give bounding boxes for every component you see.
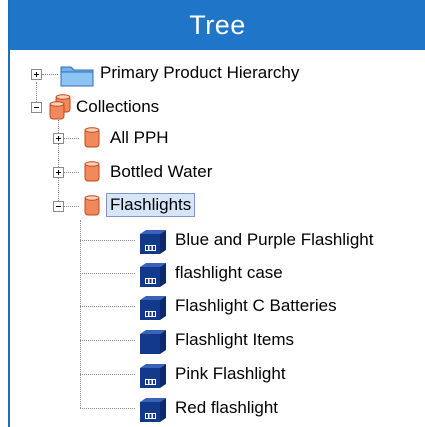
database-icon: [84, 127, 100, 148]
tree-connector: [58, 115, 59, 205]
tree-connector: [80, 306, 135, 307]
tree-item-red-flashlight[interactable]: Red flashlight: [175, 397, 278, 419]
tree-item-flashlight-case[interactable]: flashlight case: [175, 262, 283, 284]
folder-icon: [60, 66, 94, 87]
tree-item-collections[interactable]: Collections: [76, 96, 159, 118]
tree-item-flashlights[interactable]: Flashlights: [106, 193, 196, 217]
tree-item-blue-and-purple-flashlight[interactable]: Blue and Purple Flashlight: [175, 229, 373, 251]
expand-button[interactable]: [31, 69, 42, 80]
tree-connector: [63, 138, 79, 139]
tree-panel: Tree Primary Product Hierarchy Collectio…: [0, 0, 425, 427]
item-icon: [140, 398, 166, 422]
tree-connector: [80, 374, 135, 375]
item-icon: [140, 364, 166, 388]
database-icon: [84, 161, 100, 182]
expand-button[interactable]: [53, 133, 64, 144]
tree-connector: [42, 74, 58, 75]
collapse-button[interactable]: [31, 102, 42, 113]
tree-connector: [80, 240, 135, 241]
tree-connector: [80, 220, 81, 408]
tree-connector: [80, 340, 135, 341]
item-icon: [140, 263, 166, 287]
tree-item-flashlight-c-batteries[interactable]: Flashlight C Batteries: [175, 295, 337, 317]
expand-button[interactable]: [53, 167, 64, 178]
tree-connector: [63, 172, 79, 173]
tree-item-pink-flashlight[interactable]: Pink Flashlight: [175, 363, 286, 385]
tree-view: Primary Product Hierarchy Collections Al…: [0, 0, 425, 427]
database-group-icon: [49, 94, 71, 120]
tree-connector: [80, 273, 135, 274]
item-icon: [140, 296, 166, 320]
tree-connector: [63, 206, 79, 207]
tree-item-all-pph[interactable]: All PPH: [110, 127, 169, 149]
tree-connector: [80, 408, 135, 409]
collapse-button[interactable]: [53, 201, 64, 212]
item-group-icon: [140, 330, 166, 354]
tree-item-flashlight-items[interactable]: Flashlight Items: [175, 329, 294, 351]
database-icon: [84, 195, 100, 216]
tree-item-primary-product-hierarchy[interactable]: Primary Product Hierarchy: [100, 62, 299, 84]
tree-item-bottled-water[interactable]: Bottled Water: [110, 161, 212, 183]
item-icon: [140, 230, 166, 254]
